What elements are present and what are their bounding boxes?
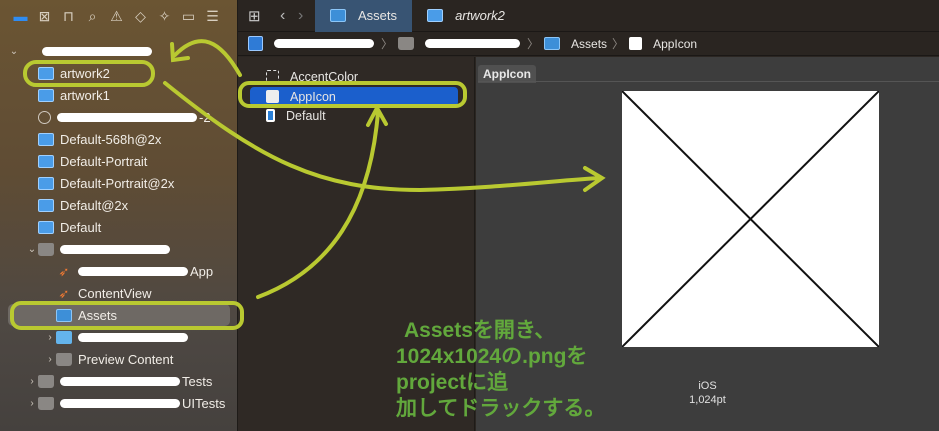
highlight-assets: [10, 301, 244, 330]
arrow-to-artwork2: [170, 39, 242, 77]
annotation-text: Assetsを開き、 1024x1024の.pngを projectに追 加してドラッ…: [396, 319, 606, 420]
arrow-to-appicon: [256, 103, 388, 299]
highlight-appicon: [238, 81, 467, 108]
highlight-artwork2: [23, 60, 155, 87]
arrow-to-detail: [163, 81, 606, 193]
